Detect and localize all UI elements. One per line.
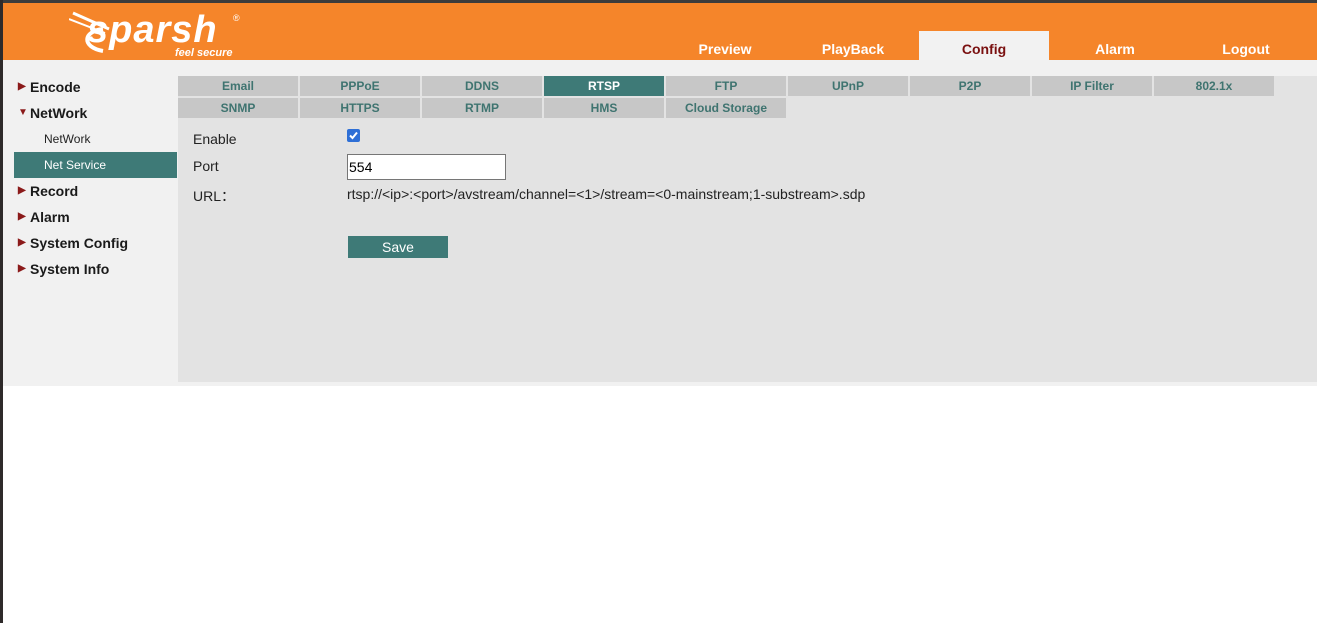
sidebar-item-label: System Info (30, 261, 110, 277)
sidebar-item-record[interactable]: ▶ Record (14, 178, 177, 204)
tab-hms[interactable]: HMS (544, 98, 664, 118)
url-value: rtsp://<ip>:<port>/avstream/channel=<1>/… (347, 186, 866, 202)
tab-rtsp[interactable]: RTSP (544, 76, 664, 96)
nav-config[interactable]: Config (919, 31, 1049, 63)
tab-ddns[interactable]: DDNS (422, 76, 542, 96)
settings-panel: Email PPPoE DDNS RTSP FTP UPnP P2P IP Fi… (178, 76, 1317, 382)
content-area: ▶ Encode ▼ NetWork NetWork Net Service ▶… (3, 60, 1317, 386)
nav-logout[interactable]: Logout (1181, 31, 1311, 63)
sidebar-item-label: Alarm (30, 209, 70, 225)
triangle-right-icon: ▶ (18, 81, 26, 92)
triangle-right-icon: ▶ (18, 237, 26, 248)
tab-https[interactable]: HTTPS (300, 98, 420, 118)
save-button[interactable]: Save (348, 236, 448, 258)
enable-checkbox[interactable] (347, 129, 360, 142)
checkmark-icon (349, 131, 358, 140)
port-label: Port (193, 158, 219, 174)
nav-alarm[interactable]: Alarm (1050, 31, 1180, 63)
sidebar-item-encode[interactable]: ▶ Encode (14, 74, 177, 100)
triangle-down-icon: ▼ (18, 107, 28, 118)
nav-playback[interactable]: PlayBack (788, 31, 918, 63)
enable-label: Enable (193, 131, 237, 147)
tab-email[interactable]: Email (178, 76, 298, 96)
triangle-right-icon: ▶ (18, 263, 26, 274)
tab-ip-filter[interactable]: IP Filter (1032, 76, 1152, 96)
tab-snmp[interactable]: SNMP (178, 98, 298, 118)
sidebar: ▶ Encode ▼ NetWork NetWork Net Service ▶… (14, 74, 177, 282)
nav-preview[interactable]: Preview (660, 31, 790, 63)
tab-8021x[interactable]: 802.1x (1154, 76, 1274, 96)
tab-pppoe[interactable]: PPPoE (300, 76, 420, 96)
triangle-right-icon: ▶ (18, 211, 26, 222)
tab-ftp[interactable]: FTP (666, 76, 786, 96)
sidebar-item-alarm[interactable]: ▶ Alarm (14, 204, 177, 230)
sidebar-subitem-network[interactable]: NetWork (14, 126, 177, 152)
port-input[interactable] (347, 154, 506, 180)
tab-rtmp[interactable]: RTMP (422, 98, 542, 118)
sidebar-item-system-config[interactable]: ▶ System Config (14, 230, 177, 256)
sidebar-item-label: Record (30, 183, 79, 199)
tab-p2p[interactable]: P2P (910, 76, 1030, 96)
sidebar-item-label: System Config (30, 235, 129, 251)
sidebar-item-label: NetWork (30, 105, 88, 121)
url-label: URL： (193, 188, 236, 204)
sidebar-item-system-info[interactable]: ▶ System Info (14, 256, 177, 282)
main-nav: Preview PlayBack Config Alarm Logout (3, 31, 1317, 63)
tab-cloud-storage[interactable]: Cloud Storage (666, 98, 786, 118)
sidebar-item-network[interactable]: ▼ NetWork (14, 100, 177, 126)
header-bar: sparsh ® feel secure Preview PlayBack Co… (3, 3, 1317, 63)
sidebar-subitem-net-service[interactable]: Net Service (14, 152, 177, 178)
triangle-right-icon: ▶ (18, 185, 26, 196)
sidebar-item-label: Encode (30, 79, 81, 95)
tab-upnp[interactable]: UPnP (788, 76, 908, 96)
registered-mark: ® (233, 13, 240, 23)
